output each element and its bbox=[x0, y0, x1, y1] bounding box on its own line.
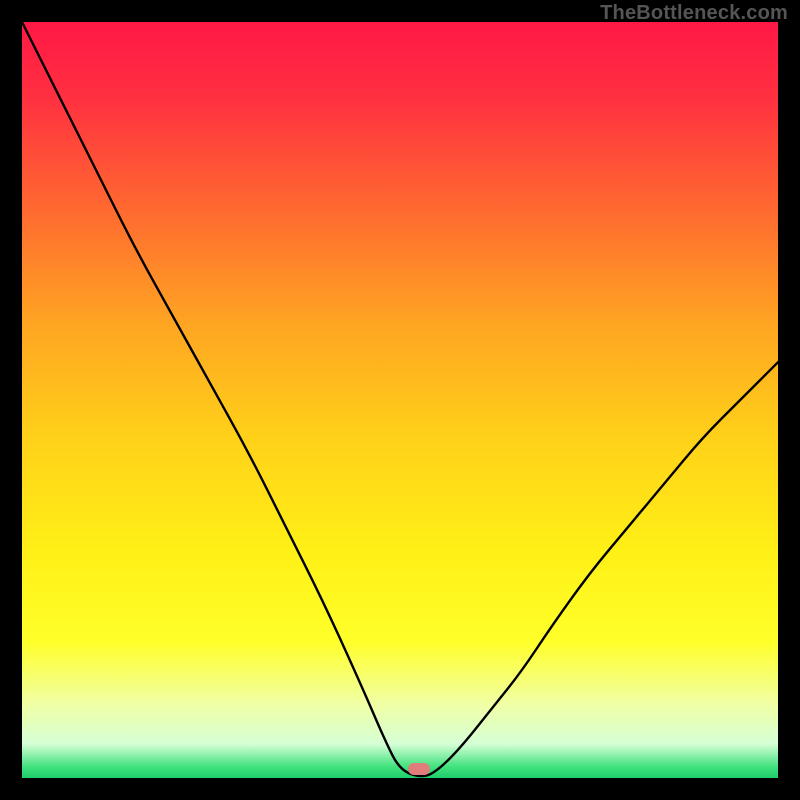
chart-svg bbox=[22, 22, 778, 778]
chart-frame: TheBottleneck.com bbox=[0, 0, 800, 800]
watermark-text: TheBottleneck.com bbox=[600, 2, 788, 25]
optimal-marker bbox=[408, 763, 430, 775]
plot-area bbox=[22, 22, 778, 778]
gradient-background bbox=[22, 22, 778, 778]
